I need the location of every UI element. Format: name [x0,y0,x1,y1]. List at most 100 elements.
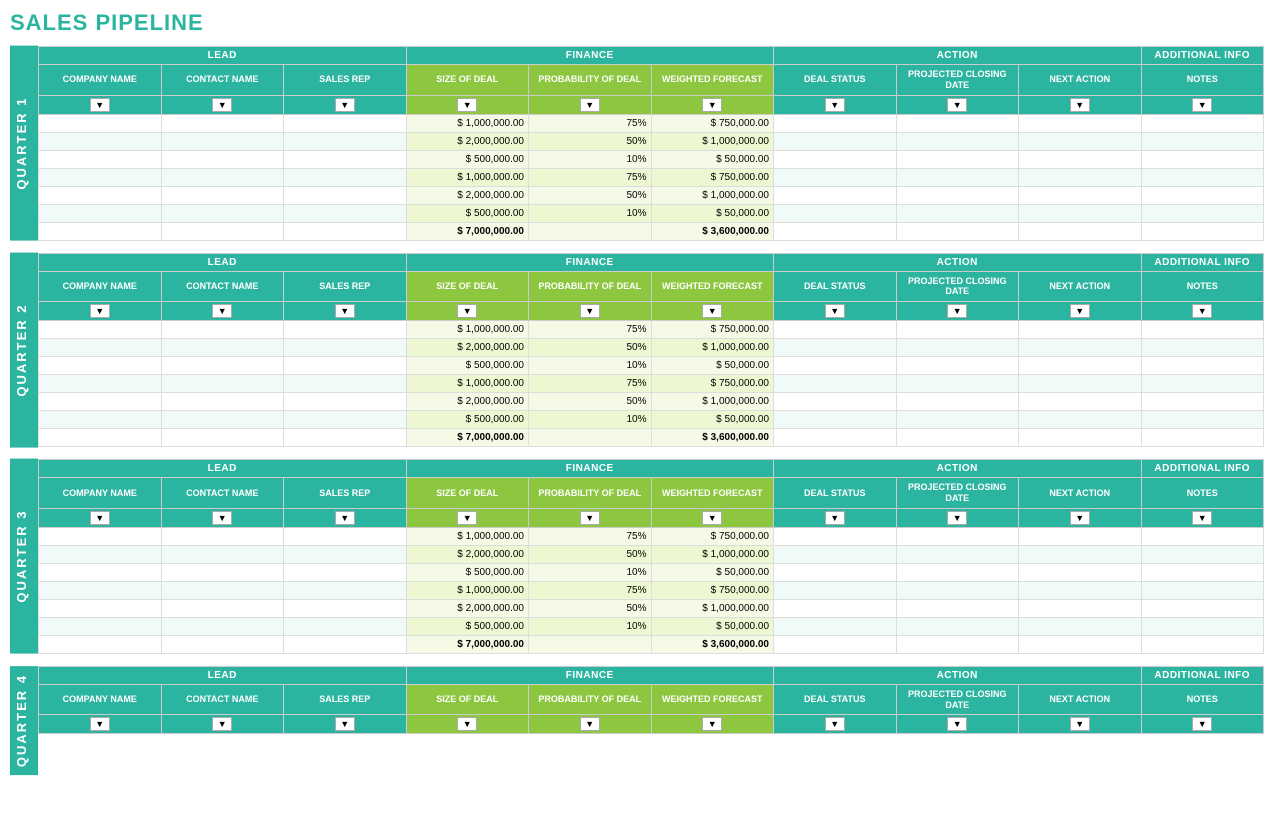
cell-nextaction[interactable] [1019,204,1142,222]
filter-closing-btn[interactable]: ▼ [947,717,967,731]
filter-nextaction-btn[interactable]: ▼ [1070,511,1090,525]
cell-dealstatus[interactable] [774,527,897,545]
filter-company-btn[interactable]: ▼ [90,98,110,112]
filter-dealstatus[interactable]: ▼ [774,508,897,527]
cell-salesrep[interactable] [284,563,407,581]
cell-contact[interactable] [161,186,284,204]
cell-closing[interactable] [896,393,1019,411]
filter-sizedeal[interactable]: ▼ [406,715,529,734]
filter-sizedeal-btn[interactable]: ▼ [457,304,477,318]
filter-nextaction[interactable]: ▼ [1019,715,1142,734]
cell-dealstatus[interactable] [774,375,897,393]
cell-dealstatus[interactable] [774,114,897,132]
cell-salesrep[interactable] [284,114,407,132]
cell-contact[interactable] [161,617,284,635]
cell-notes[interactable] [1141,393,1264,411]
filter-salesrep-btn[interactable]: ▼ [335,717,355,731]
cell-dealstatus[interactable] [774,411,897,429]
filter-company[interactable]: ▼ [39,95,162,114]
cell-salesrep[interactable] [284,527,407,545]
cell-notes[interactable] [1141,563,1264,581]
cell-closing[interactable] [896,617,1019,635]
filter-sizedeal-btn[interactable]: ▼ [457,511,477,525]
cell-company[interactable] [39,186,162,204]
filter-closing-btn[interactable]: ▼ [947,511,967,525]
cell-contact[interactable] [161,411,284,429]
cell-nextaction[interactable] [1019,545,1142,563]
cell-notes[interactable] [1141,357,1264,375]
filter-nextaction-btn[interactable]: ▼ [1070,717,1090,731]
filter-notes[interactable]: ▼ [1141,715,1264,734]
cell-nextaction[interactable] [1019,132,1142,150]
cell-company[interactable] [39,527,162,545]
filter-probability[interactable]: ▼ [529,302,652,321]
filter-company-btn[interactable]: ▼ [90,717,110,731]
cell-company[interactable] [39,393,162,411]
cell-notes[interactable] [1141,527,1264,545]
cell-company[interactable] [39,617,162,635]
cell-company[interactable] [39,132,162,150]
cell-company[interactable] [39,545,162,563]
cell-nextaction[interactable] [1019,375,1142,393]
cell-company[interactable] [39,204,162,222]
cell-closing[interactable] [896,581,1019,599]
cell-notes[interactable] [1141,150,1264,168]
cell-dealstatus[interactable] [774,357,897,375]
cell-company[interactable] [39,168,162,186]
cell-closing[interactable] [896,321,1019,339]
cell-salesrep[interactable] [284,581,407,599]
filter-probability[interactable]: ▼ [529,508,652,527]
cell-contact[interactable] [161,563,284,581]
cell-salesrep[interactable] [284,186,407,204]
cell-company[interactable] [39,114,162,132]
cell-closing[interactable] [896,132,1019,150]
cell-contact[interactable] [161,527,284,545]
filter-weighted-btn[interactable]: ▼ [702,98,722,112]
cell-closing[interactable] [896,599,1019,617]
filter-salesrep[interactable]: ▼ [284,508,407,527]
cell-company[interactable] [39,357,162,375]
filter-nextaction[interactable]: ▼ [1019,95,1142,114]
filter-nextaction[interactable]: ▼ [1019,508,1142,527]
cell-salesrep[interactable] [284,393,407,411]
cell-notes[interactable] [1141,204,1264,222]
cell-dealstatus[interactable] [774,168,897,186]
cell-closing[interactable] [896,545,1019,563]
filter-dealstatus-btn[interactable]: ▼ [825,717,845,731]
cell-nextaction[interactable] [1019,339,1142,357]
cell-contact[interactable] [161,132,284,150]
cell-closing[interactable] [896,168,1019,186]
cell-salesrep[interactable] [284,321,407,339]
filter-company[interactable]: ▼ [39,508,162,527]
cell-closing[interactable] [896,150,1019,168]
cell-nextaction[interactable] [1019,357,1142,375]
cell-company[interactable] [39,599,162,617]
filter-closing[interactable]: ▼ [896,715,1019,734]
filter-weighted-btn[interactable]: ▼ [702,717,722,731]
filter-dealstatus[interactable]: ▼ [774,302,897,321]
cell-salesrep[interactable] [284,357,407,375]
cell-company[interactable] [39,150,162,168]
filter-salesrep-btn[interactable]: ▼ [335,98,355,112]
cell-contact[interactable] [161,599,284,617]
filter-sizedeal[interactable]: ▼ [406,508,529,527]
cell-nextaction[interactable] [1019,114,1142,132]
cell-nextaction[interactable] [1019,393,1142,411]
cell-salesrep[interactable] [284,545,407,563]
cell-nextaction[interactable] [1019,411,1142,429]
cell-closing[interactable] [896,563,1019,581]
cell-notes[interactable] [1141,114,1264,132]
filter-sizedeal[interactable]: ▼ [406,302,529,321]
filter-weighted-btn[interactable]: ▼ [702,304,722,318]
cell-salesrep[interactable] [284,132,407,150]
cell-notes[interactable] [1141,375,1264,393]
cell-closing[interactable] [896,114,1019,132]
filter-closing-btn[interactable]: ▼ [947,304,967,318]
cell-notes[interactable] [1141,581,1264,599]
filter-company[interactable]: ▼ [39,715,162,734]
cell-dealstatus[interactable] [774,563,897,581]
filter-contact-btn[interactable]: ▼ [212,98,232,112]
filter-notes-btn[interactable]: ▼ [1192,511,1212,525]
filter-closing[interactable]: ▼ [896,508,1019,527]
filter-nextaction-btn[interactable]: ▼ [1070,98,1090,112]
